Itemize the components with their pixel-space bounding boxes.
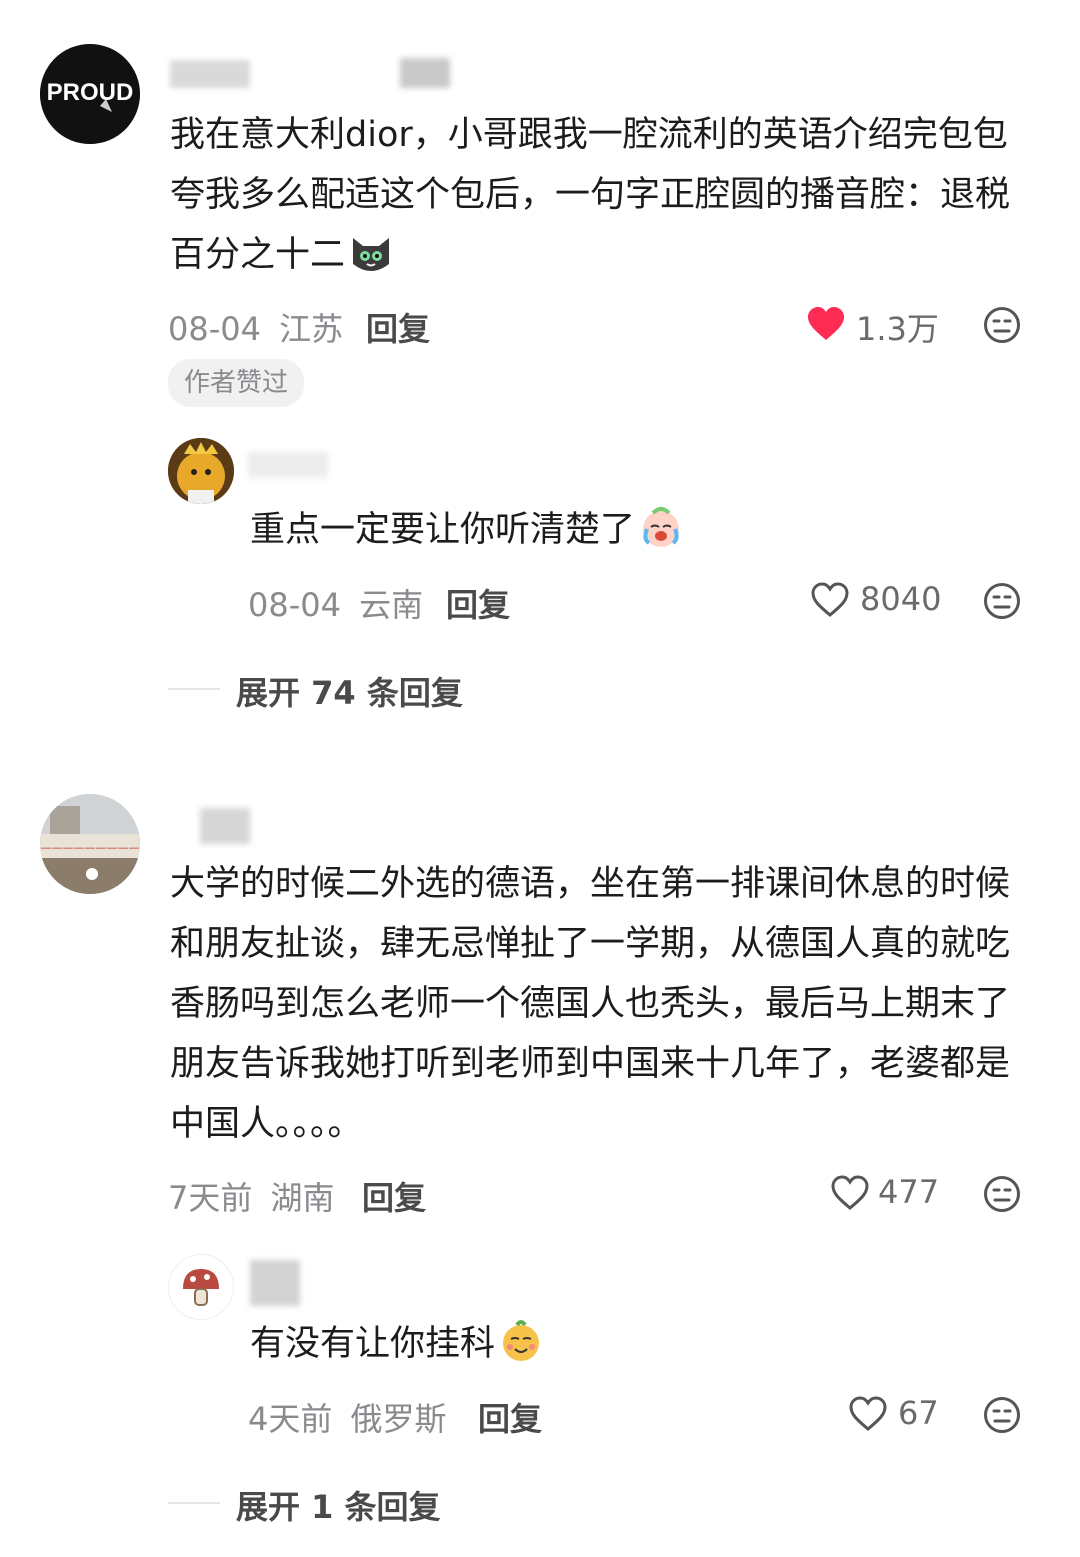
like-count: 477 bbox=[878, 1173, 940, 1211]
cat-emoji-icon bbox=[349, 234, 393, 274]
comment-meta: 08-04 江苏 bbox=[168, 304, 343, 350]
like-count: 8040 bbox=[860, 580, 942, 618]
reply-date: 4天前 bbox=[248, 1400, 333, 1438]
reply-location: 俄罗斯 bbox=[350, 1400, 447, 1438]
author-liked-badge: 作者赞过 bbox=[168, 359, 305, 407]
heart-filled-icon[interactable] bbox=[806, 306, 846, 342]
username-blurred[interactable] bbox=[200, 808, 250, 844]
reply-meta: 4天前 俄罗斯 bbox=[248, 1394, 447, 1440]
dislike-face-icon[interactable] bbox=[983, 1175, 1021, 1213]
heart-outline-icon[interactable] bbox=[810, 582, 850, 618]
reply-text: 有没有让你挂科 bbox=[250, 1314, 1030, 1374]
reply-username-blurred[interactable] bbox=[248, 452, 328, 478]
username-blurred[interactable] bbox=[170, 60, 250, 88]
comment-date: 7天前 bbox=[168, 1179, 253, 1217]
crying-emoji-icon bbox=[639, 505, 683, 549]
comment-date: 08-04 bbox=[168, 310, 261, 348]
expand-replies-button[interactable]: 展开 1 条回复 bbox=[236, 1482, 441, 1528]
reply-button[interactable]: 回复 bbox=[478, 1394, 542, 1440]
reply-date: 08-04 bbox=[248, 586, 341, 624]
reply-meta: 08-04 云南 bbox=[248, 580, 423, 626]
avatar[interactable]: PROUD bbox=[40, 44, 140, 144]
dislike-face-icon[interactable] bbox=[983, 582, 1021, 620]
username-blurred[interactable] bbox=[400, 58, 450, 88]
reply-avatar[interactable] bbox=[168, 438, 234, 504]
reply-button[interactable]: 回复 bbox=[446, 580, 510, 626]
comment-text: 我在意大利dior，小哥跟我一腔流利的英语介绍完包包夸我多么配适这个包后，一句字… bbox=[170, 115, 1011, 275]
dislike-face-icon[interactable] bbox=[983, 1396, 1021, 1434]
comment-meta: 7天前 湖南 bbox=[168, 1173, 335, 1219]
reply-text: 重点一定要让你听清楚了 bbox=[250, 500, 1030, 560]
expand-divider bbox=[168, 1502, 220, 1504]
expand-replies-button[interactable]: 展开 74 条回复 bbox=[236, 668, 463, 714]
dislike-face-icon[interactable] bbox=[983, 306, 1021, 344]
reply-button[interactable]: 回复 bbox=[362, 1173, 426, 1219]
comment-text: 大学的时候二外选的德语，坐在第一排课间休息的时候和朋友扯谈，肆无忌惮扯了一学期，… bbox=[170, 864, 1011, 1144]
heart-outline-icon[interactable] bbox=[830, 1175, 870, 1211]
reply-username-blurred[interactable] bbox=[250, 1260, 300, 1306]
comment-location: 湖南 bbox=[270, 1179, 335, 1217]
avatar[interactable]: ————————— bbox=[40, 794, 140, 894]
heart-outline-icon[interactable] bbox=[848, 1396, 888, 1432]
reply-button[interactable]: 回复 bbox=[366, 304, 430, 350]
smirk-emoji-icon bbox=[499, 1319, 543, 1363]
svg-text:—————————: ————————— bbox=[41, 841, 140, 854]
like-count: 67 bbox=[898, 1394, 939, 1432]
reply-avatar[interactable] bbox=[168, 1254, 234, 1320]
like-count: 1.3万 bbox=[856, 310, 939, 348]
avatar-logo-text: PROUD bbox=[47, 79, 134, 106]
comment-location: 江苏 bbox=[279, 310, 344, 348]
reply-location: 云南 bbox=[359, 586, 424, 624]
expand-divider bbox=[168, 688, 220, 690]
